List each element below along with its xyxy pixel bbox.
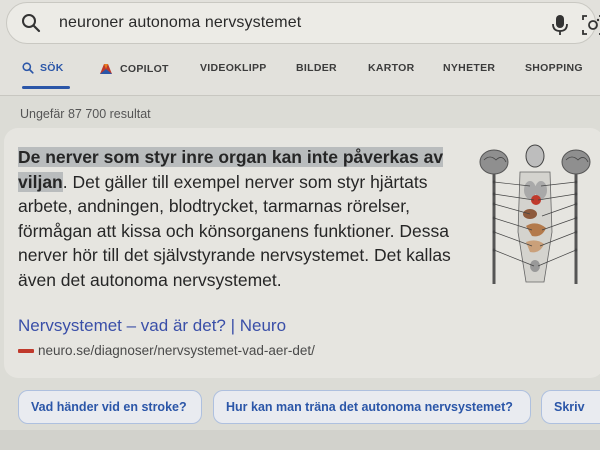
search-icon[interactable]	[21, 13, 41, 33]
tab-maps[interactable]: KARTOR	[368, 62, 415, 74]
tab-search[interactable]: SÖK	[22, 62, 64, 74]
bottom-edge	[0, 430, 600, 450]
answer-snippet: De nerver som styr inre organ kan inte p…	[18, 145, 463, 292]
tab-videos[interactable]: VIDEOKLIPP	[200, 62, 267, 74]
microphone-icon[interactable]	[550, 14, 570, 36]
active-tab-indicator	[22, 86, 70, 89]
tab-shopping[interactable]: SHOPPING	[525, 62, 583, 74]
tab-label: SÖK	[40, 62, 64, 74]
search-icon	[22, 62, 34, 74]
tab-label: NYHETER	[443, 62, 496, 74]
search-tabs: SÖK COPILOT VIDEOKLIPP BILDER KARTOR NYH…	[0, 56, 600, 92]
tab-label: COPILOT	[120, 63, 169, 75]
suggestion-chip[interactable]: Vad händer vid en stroke?	[18, 390, 202, 424]
divider	[0, 95, 600, 96]
tab-copilot[interactable]: COPILOT	[98, 62, 169, 76]
suggestion-chip[interactable]: Hur kan man träna det autonoma nervsyste…	[213, 390, 531, 424]
tab-label: SHOPPING	[525, 62, 583, 74]
tab-images[interactable]: BILDER	[296, 62, 337, 74]
search-box[interactable]: neuroner autonoma nervsystemet	[6, 2, 600, 44]
tab-label: VIDEOKLIPP	[200, 62, 267, 74]
answer-text: . Det gäller till exempel nerver som sty…	[18, 171, 451, 290]
result-url-text: neuro.se/diagnoser/nervsystemet-vad-aer-…	[38, 343, 315, 358]
tab-label: BILDER	[296, 62, 337, 74]
tab-news[interactable]: NYHETER	[443, 62, 495, 74]
result-title-link[interactable]: Nervsystemet – vad är det? | Neuro	[18, 316, 286, 336]
site-favicon-icon	[18, 348, 34, 353]
tab-label: KARTOR	[368, 62, 415, 74]
copilot-icon	[100, 64, 112, 74]
results-count: Ungefär 87 700 resultat	[20, 107, 151, 121]
autonomic-nervous-system-image[interactable]	[472, 142, 594, 292]
compose-chip[interactable]: Skriv	[541, 390, 600, 424]
suggestion-label: Vad händer vid en stroke?	[31, 400, 187, 414]
visual-search-icon[interactable]	[581, 13, 600, 37]
search-input[interactable]: neuroner autonoma nervsystemet	[59, 14, 301, 32]
suggestion-label: Skriv	[554, 400, 585, 414]
result-url[interactable]: neuro.se/diagnoser/nervsystemet-vad-aer-…	[18, 343, 315, 358]
suggestion-label: Hur kan man träna det autonoma nervsyste…	[226, 400, 513, 414]
